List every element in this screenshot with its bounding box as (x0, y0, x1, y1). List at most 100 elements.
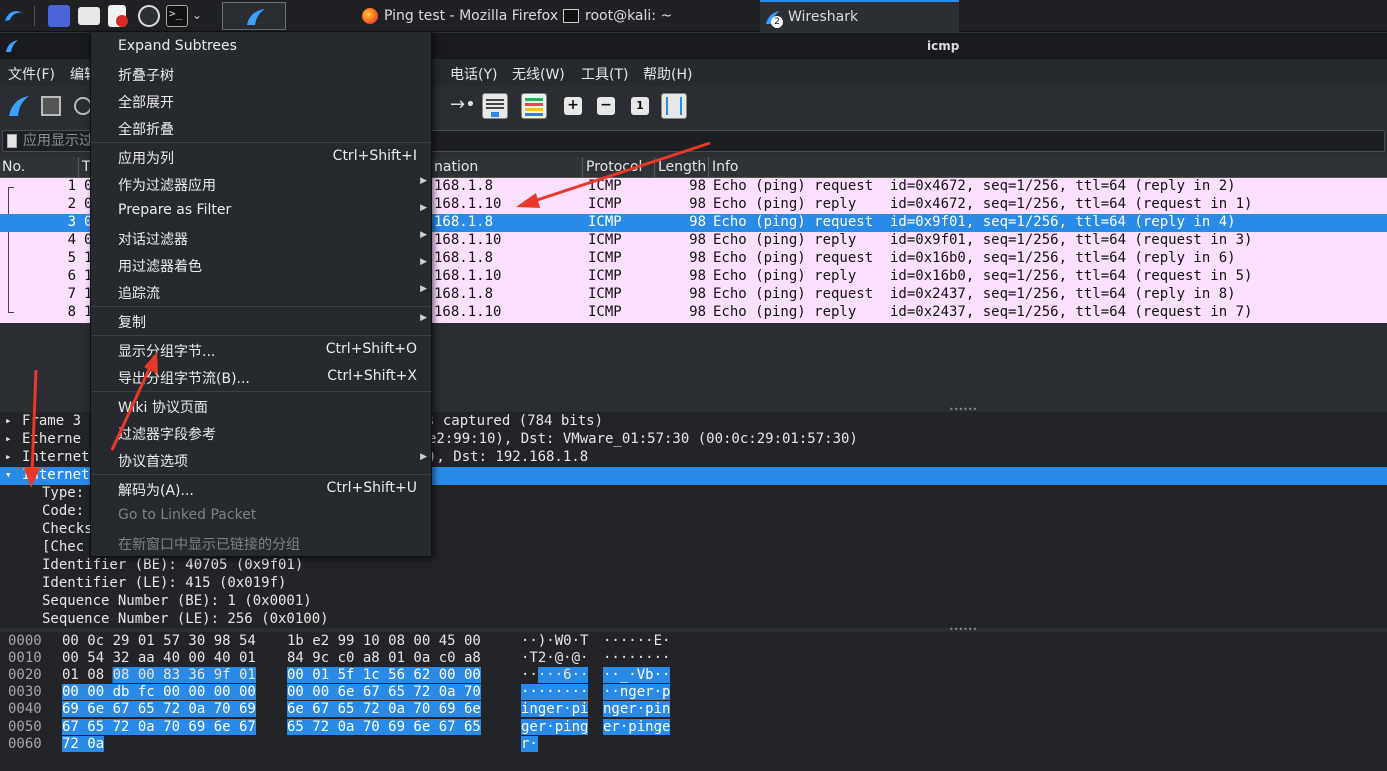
menu-item[interactable]: 追踪流 ▶ (91, 278, 431, 305)
column-length[interactable]: Length (658, 159, 706, 175)
browser-icon[interactable] (138, 5, 160, 27)
menu-item-label: 用过滤器着色 (118, 259, 202, 275)
menu-item[interactable]: 用过滤器着色 ▶ (91, 251, 431, 278)
task-wireshark[interactable]: 2 Wireshark (760, 0, 959, 32)
cell-info: Echo (ping) reply id=0x4672, seq=1/256, … (713, 196, 1253, 212)
cell-destination: 168.1.10 (434, 232, 502, 248)
menu-item[interactable]: 作为过滤器应用 ▶ (91, 170, 431, 197)
bookmark-icon[interactable] (7, 134, 17, 148)
detail-row[interactable]: Sequence Number (BE): 1 (0x0001) (0, 593, 1387, 611)
chevron-down-icon[interactable]: ⌄ (192, 8, 202, 22)
detail-row[interactable]: Sequence Number (LE): 256 (0x0100) (0, 611, 1387, 628)
colorize-icon[interactable] (521, 93, 547, 119)
cell-protocol: ICMP (588, 304, 622, 320)
task-terminal[interactable]: root@kali: ~ (563, 0, 672, 32)
submenu-arrow-icon: ▶ (420, 176, 427, 186)
menu-item[interactable]: Prepare as Filter ▶ (91, 197, 431, 224)
menu-help[interactable]: 帮助(H) (643, 64, 692, 84)
menu-item[interactable]: 过滤器字段参考 (91, 419, 431, 446)
menu-item[interactable]: 复制 ▶ (91, 307, 431, 334)
stop-capture-icon[interactable] (38, 93, 64, 119)
cell-info: Echo (ping) request id=0x16b0, seq=1/256… (713, 250, 1236, 266)
submenu-arrow-icon: ▶ (420, 452, 427, 462)
menu-item[interactable]: Expand Subtrees (91, 33, 431, 60)
go-to-last-packet-icon[interactable]: →• (450, 93, 476, 119)
detail-row[interactable]: Identifier (BE): 40705 (0x9f01) (0, 557, 1387, 575)
menu-wireless[interactable]: 无线(W) (512, 64, 565, 84)
collapse-arrow-icon[interactable]: ▸ (5, 432, 12, 445)
menu-file[interactable]: 文件(F) (8, 64, 55, 84)
column-protocol[interactable]: Protocol (586, 159, 642, 175)
ascii-bytes: ·T2·@·@· (521, 650, 589, 667)
menu-item[interactable]: 导出分组字节流(B)... Ctrl+Shift+X (91, 363, 431, 390)
column-destination[interactable]: nation (434, 159, 478, 175)
hex-row[interactable]: 0000 00 0c 29 01 57 30 98 54 1b e2 99 10 0… (0, 633, 1387, 650)
menu-item[interactable]: 全部展开 (91, 87, 431, 114)
detail-row[interactable]: Identifier (LE): 415 (0x019f) (0, 575, 1387, 593)
ascii-bytes: er·pinge (603, 718, 671, 735)
column-info[interactable]: Info (712, 159, 739, 175)
cell-info: Echo (ping) reply id=0x9f01, seq=1/256, … (713, 232, 1253, 248)
cell-destination: 168.1.10 (434, 304, 502, 320)
start-capture-icon[interactable] (6, 93, 32, 119)
text-editor-icon[interactable] (108, 5, 128, 27)
menu-item[interactable]: 解码为(A)... Ctrl+Shift+U (91, 475, 431, 502)
menu-item-shortcut: Ctrl+Shift+O (325, 341, 417, 357)
menu-item-label: 在新窗口中显示已链接的分组 (118, 537, 300, 553)
detail-label: [Chec (42, 539, 85, 555)
zoom-in-icon[interactable]: + (564, 97, 582, 115)
submenu-arrow-icon: ▶ (420, 284, 427, 294)
column-no[interactable]: No. (2, 159, 25, 175)
menu-item[interactable]: 协议首选项 ▶ (91, 446, 431, 473)
menu-telephony[interactable]: 电话(Y) (450, 64, 497, 84)
hex-row[interactable]: 0010 00 54 32 aa 40 00 40 01 84 9c c0 a8 0… (0, 650, 1387, 667)
context-menu: Expand Subtrees 折叠子树 全部展开 全部折叠 应用为列 Ctrl+Shif… (90, 31, 432, 557)
resize-columns-icon[interactable] (661, 93, 687, 119)
cell-protocol: ICMP (588, 232, 622, 248)
collapse-arrow-icon[interactable]: ▸ (5, 450, 12, 463)
packet-bytes[interactable]: 0000 00 0c 29 01 57 30 98 54 1b e2 99 10 0… (0, 632, 1387, 771)
menu-item-label: 作为过滤器应用 (118, 178, 216, 194)
ascii-bytes: ·····6·· (521, 667, 589, 684)
task-firefox[interactable]: Ping test - Mozilla Firefox (362, 0, 558, 32)
zoom-out-icon[interactable]: − (597, 97, 615, 115)
workspace-icon[interactable] (48, 5, 70, 27)
hex-row[interactable]: 0040 69 6e 67 65 72 0a 70 69 6e 67 65 72 0… (0, 701, 1387, 718)
hex-row[interactable]: 0030 00 00 db fc 00 00 00 00 00 00 6e 67 6… (0, 684, 1387, 701)
cell-length: 98 (689, 196, 706, 212)
detail-label: Internet (22, 467, 90, 483)
hex-bytes: 01 08 08 00 83 36 9f 01 (62, 667, 256, 684)
hex-row[interactable]: 0050 67 65 72 0a 70 69 6e 67 65 72 0a 70 6… (0, 718, 1387, 736)
wireshark-launcher[interactable] (222, 2, 286, 30)
cell-no: 3 (67, 214, 76, 230)
normal-size-icon[interactable]: 1 (631, 97, 649, 115)
folder-icon[interactable] (78, 7, 100, 25)
expand-arrow-icon[interactable]: ▾ (5, 468, 12, 481)
menu-item-label: 显示分组字节... (118, 344, 216, 360)
cell-info: Echo (ping) request id=0x2437, seq=1/256… (713, 286, 1236, 302)
ascii-bytes: ········ (521, 684, 589, 701)
auto-scroll-icon[interactable] (482, 93, 508, 119)
kali-menu-icon[interactable] (2, 5, 24, 27)
menu-item[interactable]: 应用为列 Ctrl+Shift+I (91, 143, 431, 170)
menu-item-label: Go to Linked Packet (118, 507, 257, 523)
submenu-arrow-icon: ▶ (420, 257, 427, 267)
menu-item[interactable]: 全部折叠 (91, 114, 431, 141)
menu-tools[interactable]: 工具(T) (581, 64, 628, 84)
menu-item[interactable]: Wiki 协议页面 (91, 392, 431, 419)
hex-row[interactable]: 0060 72 0a r· (0, 735, 1387, 753)
hex-offset: 0020 (8, 667, 42, 684)
submenu-arrow-icon: ▶ (420, 313, 427, 323)
cell-length: 98 (689, 214, 706, 230)
menu-item[interactable]: 折叠子树 (91, 60, 431, 87)
hex-row[interactable]: 0020 01 08 08 00 83 36 9f 01 00 01 5f 1c 5… (0, 667, 1387, 684)
terminal-icon[interactable]: >_ (166, 5, 188, 27)
collapse-arrow-icon[interactable]: ▸ (5, 414, 12, 427)
menu-item[interactable]: 对话过滤器 ▶ (91, 224, 431, 251)
menu-item-label: 过滤器字段参考 (118, 427, 216, 443)
menu-item[interactable]: 显示分组字节... Ctrl+Shift+O (91, 336, 431, 363)
cell-info: Echo (ping) reply id=0x16b0, seq=1/256, … (713, 268, 1253, 284)
filter-placeholder: 应用显示过 (23, 133, 93, 149)
cell-length: 98 (689, 232, 706, 248)
detail-label: Internet (22, 449, 90, 465)
